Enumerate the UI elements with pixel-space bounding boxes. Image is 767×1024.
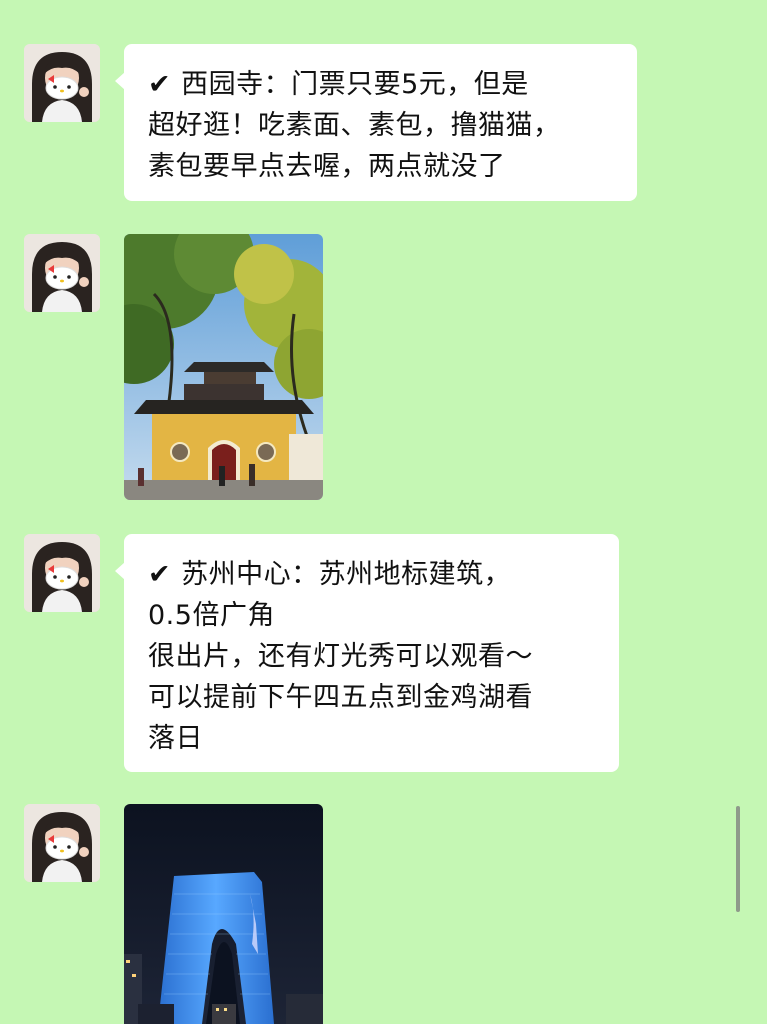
message-line: 素包要早点去喔，两点就没了 xyxy=(148,151,506,182)
image-message-temple[interactable] xyxy=(124,234,323,500)
temple-photo-icon xyxy=(124,234,323,500)
user-avatar-icon xyxy=(24,234,100,312)
check-mark-icon: ✔ xyxy=(148,69,172,100)
message-line: ✔ 苏州中心：苏州地标建筑， xyxy=(148,559,512,590)
avatar[interactable] xyxy=(24,234,100,312)
message-line: ✔ 西园寺：门票只要5元，但是 xyxy=(148,69,529,100)
message-line: 0.5倍广角 xyxy=(148,600,275,631)
avatar[interactable] xyxy=(24,804,100,882)
message-line: 超好逛！吃素面、素包，撸猫猫， xyxy=(148,110,561,141)
avatar[interactable] xyxy=(24,44,100,122)
message-line: 可以提前下午四五点到金鸡湖看 xyxy=(148,682,533,713)
user-avatar-icon xyxy=(24,534,100,612)
message-bubble[interactable]: ✔ 苏州中心：苏州地标建筑， 0.5倍广角 很出片，还有灯光秀可以观看～ 可以提前… xyxy=(115,534,619,772)
message-line: 很出片，还有灯光秀可以观看～ xyxy=(148,641,533,672)
avatar[interactable] xyxy=(24,534,100,612)
gate-of-orient-night-photo-icon xyxy=(124,804,323,1024)
message-bubble[interactable]: ✔ 西园寺：门票只要5元，但是 超好逛！吃素面、素包，撸猫猫， 素包要早点去喔，两… xyxy=(115,44,637,201)
message-line: 落日 xyxy=(148,723,203,754)
image-message-night-gate[interactable] xyxy=(124,804,323,1024)
user-avatar-icon xyxy=(24,804,100,882)
check-mark-icon: ✔ xyxy=(148,559,172,590)
user-avatar-icon xyxy=(24,44,100,122)
scrollbar[interactable] xyxy=(736,806,740,912)
